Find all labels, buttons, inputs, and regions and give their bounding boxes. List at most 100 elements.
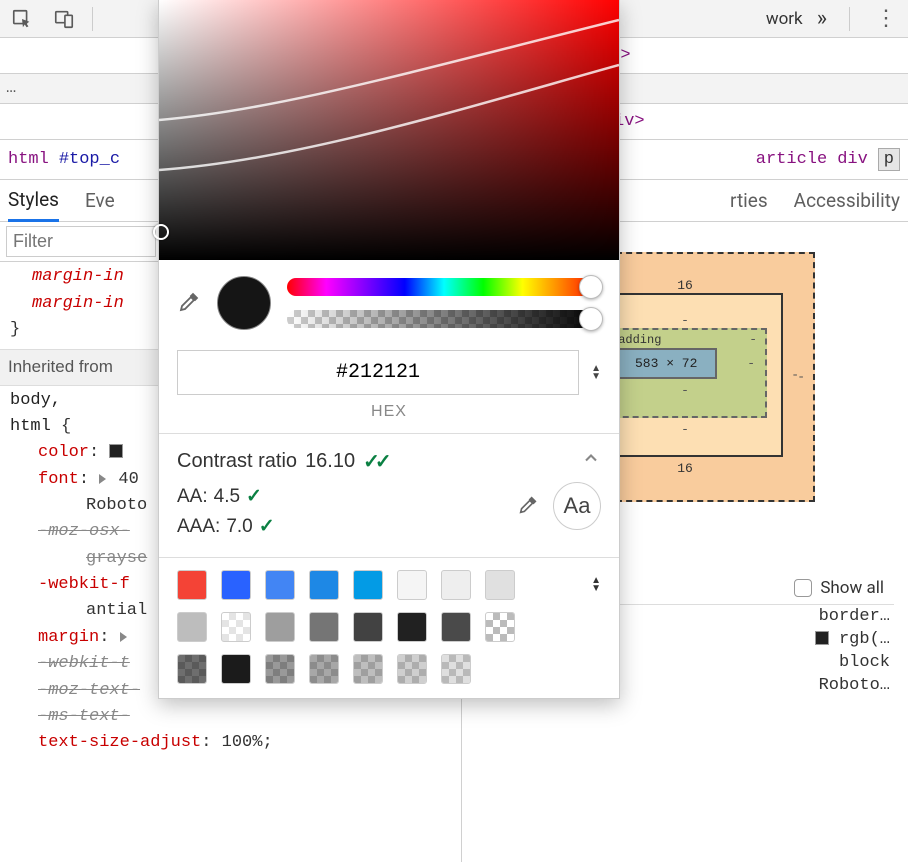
eyedropper-icon[interactable] [177,290,201,317]
hex-input[interactable] [177,350,579,395]
subtab-events[interactable]: Eve [85,181,115,220]
content-size: 583 × 72 [615,348,717,379]
alpha-thumb[interactable] [579,307,603,331]
aa-label: AA: [177,482,208,512]
more-tabs-chevron[interactable]: » [817,6,827,31]
palette-swatch[interactable] [221,612,251,642]
contrast-preview-circle[interactable]: Aa [553,482,601,530]
breadcrumb-article[interactable]: article [756,150,827,169]
palette-swatch[interactable] [265,654,295,684]
tab-network-partial[interactable]: work [766,9,803,29]
palette-swatch[interactable] [177,612,207,642]
chevron-up-icon[interactable] [581,448,601,474]
css-prop-moz-text[interactable]: -moz-text- [38,681,140,700]
css-val-100pct[interactable]: 100%; [222,733,273,752]
inspect-element-icon[interactable] [8,5,36,33]
palette-swatch[interactable] [397,570,427,600]
saturation-value-area[interactable] [159,0,619,260]
css-val-antialiased[interactable]: antial [86,601,147,620]
palette-swatch[interactable] [309,654,339,684]
palette-row-1: ▲▼ [177,570,601,600]
palette-swatch[interactable] [177,654,207,684]
palette-swatch[interactable] [265,570,295,600]
palette-swatch[interactable] [441,570,471,600]
palette-swatch[interactable] [397,612,427,642]
palette-row-2 [177,612,601,642]
check-icon-aaa: ✓ [259,512,275,542]
palette-swatch[interactable] [485,570,515,600]
color-swatch-inline[interactable] [109,444,123,458]
css-prop-margin-in-1[interactable]: margin-in [32,267,124,286]
sv-handle[interactable] [153,224,169,240]
subtab-styles[interactable]: Styles [8,180,59,222]
picker-controls-row [159,260,619,340]
palette-swatch[interactable] [309,570,339,600]
kebab-menu-icon[interactable]: ⋮ [872,5,900,33]
css-prop-margin-in-2[interactable]: margin-in [32,294,124,313]
aa-circle-text: Aa [564,493,591,519]
palette-switcher[interactable]: ▲▼ [591,577,601,593]
format-switcher[interactable]: ▲▼ [591,365,601,381]
palette-swatch[interactable] [353,570,383,600]
palette-section: ▲▼ [159,557,619,698]
computed-val-1: rgb(… [815,630,890,649]
expand-triangle-icon-2[interactable] [120,632,127,642]
css-prop-moz-osx[interactable]: -moz-osx- [38,522,130,541]
padding-bottom-dash: - [615,383,755,398]
double-check-icon: ✓✓ [363,449,387,474]
styles-filter-input[interactable] [6,226,156,257]
palette-swatch[interactable] [485,612,515,642]
palette-swatch[interactable] [353,654,383,684]
padding-right-dash: - [747,356,755,371]
computed-val-2: block [839,653,890,672]
css-val-font-40[interactable]: 40 [118,470,138,489]
hue-slider[interactable] [287,278,601,296]
palette-swatch[interactable] [221,654,251,684]
format-label: HEX [159,403,619,433]
breadcrumb-top-c[interactable]: #top_c [59,150,120,169]
css-val-grayscale[interactable]: grayse [86,549,147,568]
palette-swatch[interactable] [441,654,471,684]
show-all-checkbox[interactable] [794,579,812,597]
css-selector-html[interactable]: html [10,417,51,436]
css-prop-color[interactable]: color [38,443,89,462]
show-all-label[interactable]: Show all [820,578,884,598]
palette-swatch[interactable] [441,612,471,642]
css-prop-text-size-adjust[interactable]: text-size-adjust [38,733,201,752]
subtab-properties[interactable]: rties [730,181,768,220]
subtab-accessibility[interactable]: Accessibility [794,181,900,220]
aaa-value: 7.0 [226,512,252,542]
breadcrumb-p[interactable]: p [878,148,900,171]
hue-thumb[interactable] [579,275,603,299]
palette-swatch[interactable] [309,612,339,642]
alpha-slider[interactable] [287,310,601,328]
css-prop-margin[interactable]: margin [38,628,99,647]
color-value-row: ▲▼ [159,340,619,403]
check-icon-aa: ✓ [246,482,262,512]
margin-right-dash-outer: - [797,370,805,385]
padding-top-dash: - [749,332,757,347]
css-open-brace: { [61,417,71,436]
css-prop-ms-text[interactable]: -ms-text- [38,707,130,726]
expand-triangle-icon[interactable] [99,474,106,484]
palette-swatch[interactable] [353,612,383,642]
computed-val-0: border… [819,607,890,626]
contrast-section: Contrast ratio 16.10 ✓✓ AA: 4.5 ✓ AAA: 7… [159,433,619,557]
breadcrumb-dots[interactable]: … [6,79,16,98]
palette-row-3 [177,654,601,684]
current-color-swatch [217,276,271,330]
css-val-roboto[interactable]: Roboto [86,496,147,515]
css-selector-body[interactable]: body, [10,391,61,410]
device-toolbar-icon[interactable] [50,5,78,33]
palette-swatch[interactable] [397,654,427,684]
palette-swatch[interactable] [221,570,251,600]
border-bottom-dash: - [603,422,767,437]
css-prop-webkit-f[interactable]: -webkit-f [38,575,130,594]
breadcrumb-div[interactable]: div [837,150,868,169]
css-prop-webkit-t[interactable]: -webkit-t [38,654,130,673]
bg-eyedropper-icon[interactable] [517,494,539,519]
css-prop-font[interactable]: font [38,470,79,489]
palette-swatch[interactable] [265,612,295,642]
palette-swatch[interactable] [177,570,207,600]
breadcrumb-html[interactable]: html [8,150,49,169]
